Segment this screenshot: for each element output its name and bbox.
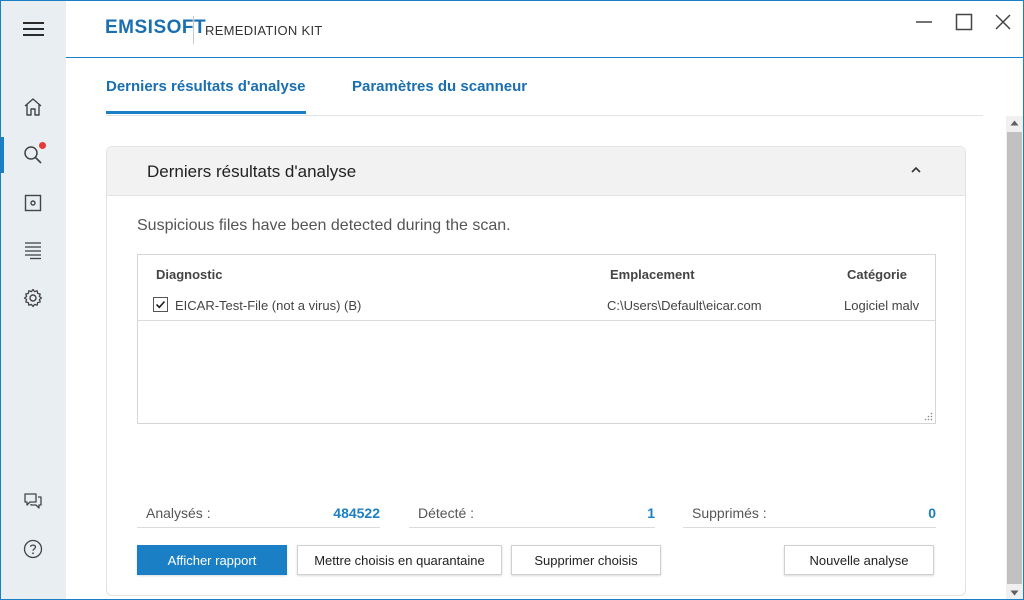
row-location: C:\Users\Default\eicar.com bbox=[607, 298, 762, 313]
help-icon bbox=[23, 539, 43, 559]
scroll-up-arrow-icon bbox=[1010, 120, 1019, 126]
stat-scanned-value: 484522 bbox=[333, 505, 380, 521]
scroll-up-button[interactable] bbox=[1006, 116, 1023, 130]
tab-last-results[interactable]: Derniers résultats d'analyse bbox=[106, 78, 306, 114]
scroll-thumb[interactable] bbox=[1007, 132, 1022, 584]
checkmark-icon bbox=[155, 300, 166, 309]
stat-detected-value: 1 bbox=[647, 505, 655, 521]
product-name: REMEDIATION KIT bbox=[205, 23, 323, 38]
scroll-down-button[interactable] bbox=[1006, 586, 1023, 600]
close-button[interactable] bbox=[991, 10, 1015, 34]
gear-icon bbox=[23, 288, 43, 308]
close-icon bbox=[995, 14, 1011, 30]
minimize-button[interactable] bbox=[912, 10, 936, 34]
stat-detected-label: Détecté : bbox=[418, 505, 475, 521]
sidebar-item-help[interactable] bbox=[0, 531, 66, 567]
results-table: Diagnostic Emplacement Catégorie EICAR-T… bbox=[137, 254, 936, 424]
show-report-button[interactable]: Afficher rapport bbox=[137, 545, 287, 575]
new-scan-button[interactable]: Nouvelle analyse bbox=[784, 545, 934, 575]
menu-button[interactable] bbox=[0, 0, 66, 58]
stat-scanned: Analysés : 484522 bbox=[137, 500, 380, 528]
sidebar-item-support[interactable] bbox=[0, 483, 66, 519]
row-category: Logiciel malv bbox=[844, 298, 920, 313]
maximize-button[interactable] bbox=[952, 10, 976, 34]
table-row[interactable]: EICAR-Test-File (not a virus) (B) C:\Use… bbox=[138, 289, 935, 321]
sidebar-item-settings[interactable] bbox=[0, 280, 66, 316]
column-header-diagnostic[interactable]: Diagnostic bbox=[156, 267, 222, 282]
brand-divider bbox=[193, 16, 194, 44]
stat-removed-label: Supprimés : bbox=[692, 505, 767, 521]
tab-bar: Derniers résultats d'analyse Paramètres … bbox=[106, 58, 983, 116]
scan-message: Suspicious files have been detected duri… bbox=[137, 217, 511, 234]
stat-removed: Supprimés : 0 bbox=[683, 500, 936, 528]
hamburger-icon bbox=[22, 21, 44, 37]
scroll-down-arrow-icon bbox=[1010, 590, 1019, 596]
notification-dot bbox=[39, 142, 46, 149]
row-checkbox[interactable] bbox=[153, 297, 168, 312]
sidebar-item-scan[interactable] bbox=[0, 137, 66, 173]
sidebar-item-home[interactable] bbox=[0, 89, 66, 125]
sidebar-item-quarantine[interactable] bbox=[0, 185, 66, 221]
quarantine-selected-button[interactable]: Mettre choisis en quarantaine bbox=[297, 545, 502, 575]
column-header-location[interactable]: Emplacement bbox=[610, 267, 695, 282]
panel-header[interactable]: Derniers résultats d'analyse bbox=[107, 147, 965, 196]
chevron-up-icon bbox=[911, 166, 921, 173]
brand-logo: EMSISOFT bbox=[105, 17, 207, 38]
vertical-scrollbar[interactable] bbox=[1006, 116, 1023, 600]
title-bar: EMSISOFT REMEDIATION KIT bbox=[0, 0, 1024, 58]
collapse-button[interactable] bbox=[907, 161, 925, 179]
tab-scanner-settings[interactable]: Paramètres du scanneur bbox=[352, 78, 527, 111]
sidebar bbox=[0, 58, 66, 600]
quarantine-icon bbox=[24, 194, 42, 212]
stat-scanned-label: Analysés : bbox=[146, 505, 211, 521]
delete-selected-button[interactable]: Supprimer choisis bbox=[511, 545, 661, 575]
stat-removed-value: 0 bbox=[928, 505, 936, 521]
row-diagnostic: EICAR-Test-File (not a virus) (B) bbox=[175, 298, 362, 313]
maximize-icon bbox=[955, 13, 973, 31]
home-icon bbox=[24, 98, 42, 116]
results-panel: Derniers résultats d'analyse Suspicious … bbox=[106, 146, 966, 596]
main-content: Derniers résultats d'analyse Paramètres … bbox=[66, 58, 1006, 600]
sidebar-item-logs[interactable] bbox=[0, 232, 66, 268]
stat-detected: Détecté : 1 bbox=[409, 500, 655, 528]
logs-icon bbox=[25, 242, 41, 260]
panel-title: Derniers résultats d'analyse bbox=[147, 162, 357, 181]
resize-grip-icon[interactable] bbox=[924, 412, 933, 421]
minimize-icon bbox=[916, 21, 932, 23]
chat-icon bbox=[24, 493, 42, 509]
column-header-category[interactable]: Catégorie bbox=[847, 267, 907, 282]
